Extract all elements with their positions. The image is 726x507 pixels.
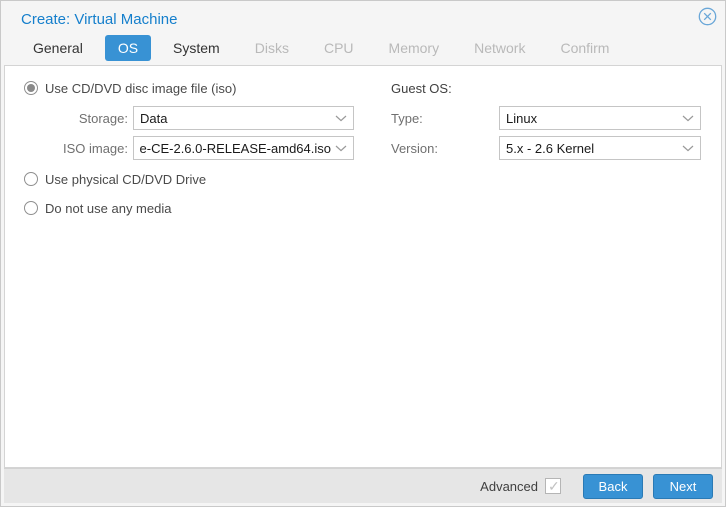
advanced-label: Advanced: [480, 478, 538, 494]
guest-os-heading-row: Guest OS:: [391, 78, 701, 98]
chevron-down-icon[interactable]: [682, 145, 694, 152]
tab-cpu: CPU: [323, 40, 354, 56]
dialog-header: Create: Virtual Machine: [1, 1, 725, 33]
next-button[interactable]: Next: [653, 473, 713, 499]
dialog-footer: Advanced Back Next: [4, 468, 722, 503]
wizard-tabbar: General OS System Disks CPU Memory Netwo…: [1, 33, 725, 65]
guest-os-column: Guest OS: Type: Linux Version: 5.x - 2.6…: [391, 78, 701, 467]
tab-disks: Disks: [254, 40, 289, 56]
version-label: Version:: [391, 140, 438, 156]
media-column: Use CD/DVD disc image file (iso) Storage…: [24, 78, 354, 467]
guest-os-heading: Guest OS:: [391, 80, 452, 96]
storage-combobox[interactable]: Data: [133, 106, 354, 130]
storage-label: Storage:: [78, 110, 128, 126]
close-icon: [698, 7, 717, 31]
advanced-checkbox[interactable]: [545, 478, 561, 495]
tab-os[interactable]: OS: [104, 35, 152, 61]
radio-no-media[interactable]: Do not use any media: [24, 198, 354, 218]
back-button[interactable]: Back: [583, 473, 643, 499]
radio-icon[interactable]: [24, 201, 38, 215]
storage-value: Data: [140, 110, 168, 126]
radio-physical-drive-label: Use physical CD/DVD Drive: [45, 171, 207, 187]
chevron-down-icon[interactable]: [335, 115, 347, 122]
iso-image-label: ISO image:: [62, 140, 128, 156]
version-field-row: Version: 5.x - 2.6 Kernel: [391, 136, 701, 160]
chevron-down-icon[interactable]: [335, 145, 347, 152]
tab-memory: Memory: [388, 40, 440, 56]
radio-use-iso-label: Use CD/DVD disc image file (iso): [45, 80, 237, 96]
tab-system[interactable]: System: [160, 35, 233, 61]
close-button[interactable]: [697, 7, 717, 31]
type-value: Linux: [506, 110, 538, 126]
iso-image-value: e-CE-2.6.0-RELEASE-amd64.iso: [140, 140, 331, 156]
type-combobox[interactable]: Linux: [499, 106, 701, 130]
tab-confirm: Confirm: [560, 40, 610, 56]
tab-network: Network: [474, 40, 526, 56]
radio-icon[interactable]: [24, 172, 38, 186]
type-field-row: Type: Linux: [391, 106, 701, 130]
radio-icon[interactable]: [24, 81, 38, 95]
radio-physical-drive[interactable]: Use physical CD/DVD Drive: [24, 169, 354, 189]
dialog-title: Create: Virtual Machine: [21, 10, 178, 28]
chevron-down-icon[interactable]: [682, 115, 694, 122]
version-value: 5.x - 2.6 Kernel: [506, 140, 595, 156]
tab-general[interactable]: General: [20, 35, 96, 61]
create-vm-dialog: Create: Virtual Machine General OS Syste…: [0, 0, 726, 507]
version-combobox[interactable]: 5.x - 2.6 Kernel: [499, 136, 701, 160]
iso-field-row: ISO image: e-CE-2.6.0-RELEASE-amd64.iso: [24, 136, 354, 160]
type-label: Type:: [391, 110, 423, 126]
radio-use-iso[interactable]: Use CD/DVD disc image file (iso): [24, 78, 354, 98]
radio-no-media-label: Do not use any media: [45, 200, 172, 216]
storage-field-row: Storage: Data: [24, 106, 354, 130]
iso-image-combobox[interactable]: e-CE-2.6.0-RELEASE-amd64.iso: [133, 136, 354, 160]
os-tab-panel: Use CD/DVD disc image file (iso) Storage…: [4, 65, 722, 468]
